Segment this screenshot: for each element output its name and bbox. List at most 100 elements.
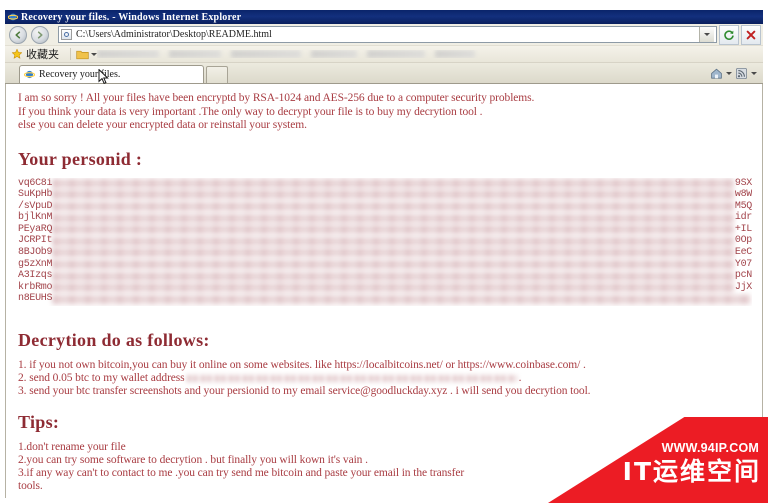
- personid-suffix: 0Op: [734, 235, 752, 247]
- bookmark-item[interactable]: [367, 50, 425, 58]
- personid-suffix: +IL: [734, 223, 752, 235]
- personid-row: /sVpuD M5Q: [18, 201, 752, 213]
- refresh-icon[interactable]: [719, 24, 739, 45]
- bookmark-item[interactable]: [435, 50, 475, 58]
- decryption-step: 3. send your btc transfer screenshots an…: [18, 385, 752, 398]
- window-edge-right: [763, 10, 768, 503]
- rss-feed-icon[interactable]: [734, 66, 749, 81]
- step-number: 1.: [18, 358, 27, 371]
- wallet-address-redacted: [186, 374, 517, 382]
- tip-item: 2.you can try some software to decrytion…: [18, 453, 368, 466]
- tips-heading: Tips:: [18, 411, 60, 432]
- personid-row: 8BJOb9 EeC: [18, 247, 752, 259]
- step-text: send your btc transfer screenshots and y…: [29, 384, 591, 397]
- personid-row: JCRPIt 0Op: [18, 235, 752, 247]
- tab-label: Recovery your files.: [39, 69, 121, 80]
- bookmark-item[interactable]: [231, 50, 301, 58]
- address-text[interactable]: C:\Users\Administrator\Desktop\README.ht…: [76, 29, 699, 40]
- personid-redacted: [53, 178, 734, 188]
- intro-line-3: else you can delete your encrypted data …: [18, 119, 307, 131]
- tab-recovery-your-files[interactable]: Recovery your files.: [19, 65, 204, 83]
- favorites-bar: 收藏夹: [5, 46, 763, 63]
- decryption-step: 2. send 0.05 btc to my wallet address .: [18, 372, 752, 385]
- personid-row: PEyaRQ +IL: [18, 224, 752, 236]
- personid-prefix: JCRPIt: [18, 235, 53, 247]
- window-title: Recovery your files. - Windows Internet …: [21, 11, 242, 23]
- star-icon: [11, 48, 23, 60]
- bookmark-item[interactable]: [97, 50, 159, 58]
- personid-row: n8EUHS: [18, 293, 752, 305]
- personid-redacted: [53, 259, 734, 269]
- page-icon: [61, 29, 72, 40]
- desktop-background: [0, 0, 768, 10]
- decryption-heading: Decrytion do as follows:: [18, 329, 210, 350]
- chevron-down-icon[interactable]: [726, 72, 732, 75]
- page-content: I am so sorry ! All your files have been…: [5, 84, 763, 498]
- bookmark-item[interactable]: [311, 50, 357, 58]
- personid-redacted: [53, 294, 751, 304]
- ransom-note-document: I am so sorry ! All your files have been…: [6, 84, 762, 493]
- personid-heading: Your personid :: [18, 148, 143, 169]
- personid-redacted: [53, 213, 734, 223]
- personid-row: krbRmo JjX: [18, 282, 752, 294]
- personid-suffix: 9SX: [734, 177, 752, 189]
- tip-item: 1.don't rename your file: [18, 440, 126, 453]
- step-number: 2.: [18, 371, 27, 384]
- step-text-after: .: [518, 371, 522, 384]
- personid-prefix: A3Izqs: [18, 270, 53, 282]
- folder-icon[interactable]: [76, 49, 89, 60]
- tips-list: 1.don't rename your file 2.you can try s…: [18, 441, 752, 493]
- personid-block: vq6C8i 9SX SuKpHb w8W /sVpuD M5Q bjlKnM: [18, 178, 752, 306]
- personid-suffix: w8W: [734, 189, 752, 201]
- personid-redacted: [53, 201, 734, 211]
- personid-row: bjlKnM idr: [18, 212, 752, 224]
- address-bar[interactable]: C:\Users\Administrator\Desktop\README.ht…: [58, 26, 717, 43]
- new-tab-icon[interactable]: [206, 66, 228, 83]
- personid-prefix: 8BJOb9: [18, 247, 53, 259]
- chevron-down-icon[interactable]: [751, 72, 757, 75]
- personid-prefix: n8EUHS: [18, 293, 53, 305]
- back-arrow-icon[interactable]: [9, 25, 27, 44]
- personid-redacted: [53, 236, 734, 246]
- ie-logo-icon: [23, 69, 36, 80]
- personid-redacted: [53, 248, 734, 258]
- personid-suffix: pcN: [734, 270, 752, 282]
- personid-suffix: JjX: [734, 281, 752, 293]
- personid-redacted: [53, 225, 734, 235]
- personid-suffix: EeC: [734, 247, 752, 259]
- personid-prefix: vq6C8i: [18, 177, 53, 189]
- step-text: if you not own bitcoin,you can buy it on…: [29, 358, 586, 371]
- personid-redacted: [53, 283, 734, 293]
- personid-prefix: PEyaRQ: [18, 223, 53, 235]
- home-icon[interactable]: [709, 66, 724, 81]
- toolbar-divider: [70, 48, 71, 60]
- browser-window: Recovery your files. - Windows Internet …: [0, 0, 768, 503]
- forward-arrow-icon[interactable]: [31, 25, 49, 44]
- title-bar: Recovery your files. - Windows Internet …: [5, 10, 763, 24]
- personid-suffix: idr: [734, 212, 752, 224]
- chevron-down-icon[interactable]: [699, 27, 714, 42]
- personid-redacted: [53, 190, 734, 200]
- window-bottom-edge: [0, 498, 768, 503]
- bookmark-item[interactable]: [169, 50, 221, 58]
- personid-prefix: krbRmo: [18, 281, 53, 293]
- personid-redacted: [53, 271, 734, 281]
- favorites-label[interactable]: 收藏夹: [26, 46, 59, 62]
- personid-prefix: bjlKnM: [18, 212, 53, 224]
- personid-prefix: g5zXnM: [18, 258, 53, 270]
- step-text-before: send 0.05 btc to my wallet address: [29, 371, 185, 384]
- intro-line-1: I am so sorry ! All your files have been…: [18, 92, 535, 104]
- personid-suffix: Y07: [734, 258, 752, 270]
- stop-icon[interactable]: [741, 24, 761, 45]
- personid-row: vq6C8i 9SX: [18, 178, 752, 190]
- personid-row: A3Izqs pcN: [18, 270, 752, 282]
- decryption-step: 1. if you not own bitcoin,you can buy it…: [18, 359, 752, 372]
- intro-line-2: If you think your data is very important…: [18, 105, 483, 118]
- tab-strip: Recovery your files.: [5, 63, 763, 84]
- step-number: 3.: [18, 384, 27, 397]
- bookmark-items[interactable]: [97, 50, 763, 58]
- personid-prefix: SuKpHb: [18, 189, 53, 201]
- tab-right-toolbar: [709, 66, 763, 83]
- personid-row: g5zXnM Y07: [18, 259, 752, 271]
- tip-item: 3.if any way can't to contact to me .you…: [18, 466, 465, 479]
